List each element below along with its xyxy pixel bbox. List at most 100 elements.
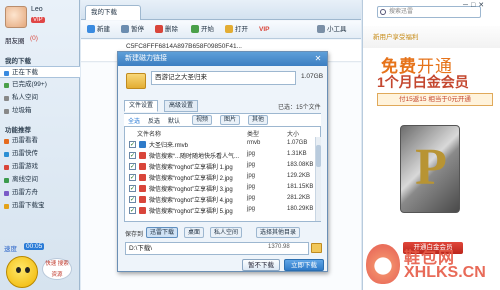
tools-button[interactable]: 小工具	[317, 24, 347, 36]
file-checkbox[interactable]: ✓	[129, 163, 136, 170]
filter-video-button[interactable]: 视频	[192, 115, 213, 125]
column-header-name[interactable]: 文件名称	[137, 129, 161, 138]
sidebar-item-label: 迅雷游戏	[12, 163, 38, 170]
delete-icon	[155, 25, 163, 34]
save-thunder-downloads-button[interactable]: 迅雷下载	[146, 227, 179, 238]
sidebar-feature-games[interactable]: 迅雷游戏	[0, 161, 80, 173]
tools-label: 小工具	[327, 26, 347, 33]
folder-icon	[126, 73, 146, 89]
file-row[interactable]: ✓ 微信搜索“roghot”立享福利 1.jpg jpg 183.08KB	[125, 161, 313, 172]
logo-letter: P	[415, 139, 447, 196]
platinum-logo-icon[interactable]: P	[400, 125, 460, 213]
pause-icon	[121, 25, 129, 34]
downloading-icon	[4, 71, 9, 76]
filter-image-button[interactable]: 图片	[220, 115, 241, 125]
sidebar-feature-kankan[interactable]: 迅雷看看	[0, 135, 80, 147]
file-type: jpg	[247, 195, 256, 201]
close-icon[interactable]: ✕	[313, 54, 323, 64]
file-row[interactable]: ✓ 微信搜索“roghot”立享福利 2.jpg jpg 129.2KB	[125, 172, 313, 183]
window-controls[interactable]: ─□✕	[463, 1, 487, 9]
file-name: 大圣归来.rmvb	[149, 143, 189, 149]
tab-file-settings[interactable]: 文件设置	[124, 100, 159, 112]
open-button[interactable]: 打开	[225, 24, 248, 36]
file-name: 微信搜索“roghot”立享福利 2.jpg	[149, 176, 233, 182]
sidebar-item-label: 迅雷方舟	[12, 189, 38, 196]
file-row[interactable]: ✓ 微信搜索“roghot”立享福利 3.jpg jpg 181.15KB	[125, 183, 313, 194]
column-header-type[interactable]: 类型	[247, 129, 259, 138]
file-size: 281.2KB	[287, 195, 311, 201]
file-checkbox[interactable]: ✓	[129, 141, 136, 148]
friends-count: (0)	[30, 35, 38, 42]
sidebar-item-downloading[interactable]: 正在下载	[0, 66, 80, 78]
ad-promo[interactable]: 付15返15 相当于0元开通	[377, 93, 493, 106]
ark-icon	[4, 191, 9, 196]
ad-top-text: 新用户享受福利	[373, 34, 419, 41]
file-checkbox[interactable]: ✓	[129, 185, 136, 192]
speed-label: 速度	[4, 246, 17, 253]
mascot-eye-left	[16, 267, 21, 273]
file-type: jpg	[247, 173, 256, 179]
ad-subline[interactable]: 1个月白金会员	[377, 72, 469, 92]
file-name: 微信搜索“roghot”立享福利 3.jpg	[149, 187, 233, 193]
sidebar-item-private[interactable]: 私人空间	[0, 92, 80, 104]
sidebar-item-label: 迅雷看看	[12, 137, 38, 144]
vip-badge[interactable]: VIP	[31, 17, 45, 23]
download-now-button[interactable]: 立即下载	[284, 259, 324, 271]
filter-other-button[interactable]: 其他	[248, 115, 269, 125]
start-button[interactable]: 开始	[191, 24, 214, 36]
search-icon[interactable]	[380, 9, 386, 15]
new-task-button[interactable]: 新建	[87, 24, 110, 36]
sidebar-feature-kuaichuan[interactable]: 迅雷快传	[0, 148, 80, 160]
tab-advanced-settings[interactable]: 高级设置	[164, 100, 199, 112]
sidebar: Leo VIP 朋友圈 (0) 我的下载 正在下载 已完成(99+) 私人空间 …	[0, 0, 80, 290]
new-magnet-dialog: 新建磁力链接 ✕ 西游记之大圣归来 1.07GB 文件设置 高级设置 已选：15…	[117, 51, 328, 272]
save-private-space-button[interactable]: 私人空间	[210, 227, 243, 238]
file-checkbox[interactable]: ✓	[129, 196, 136, 203]
mascot-bubble[interactable]: 快速 搜索资源	[42, 258, 72, 280]
filter-row: 全选 反选 默认 视频 图片 其他	[124, 113, 321, 126]
invert-link[interactable]: 反选	[148, 116, 160, 125]
sidebar-item-completed[interactable]: 已完成(99+)	[0, 79, 80, 91]
default-link[interactable]: 默认	[168, 116, 180, 125]
username[interactable]: Leo	[31, 6, 43, 13]
torrent-name-field[interactable]: 西游记之大圣归来	[151, 71, 296, 85]
kankan-icon	[4, 139, 9, 144]
download-later-button[interactable]: 暂不下载	[242, 259, 280, 271]
scrollbar-thumb[interactable]	[316, 145, 321, 167]
pause-button[interactable]: 暂停	[121, 24, 144, 36]
tab-my-downloads[interactable]: 我的下载	[85, 5, 141, 20]
sidebar-feature-ark[interactable]: 迅雷方舟	[0, 187, 80, 199]
free-space: 1370.98	[268, 244, 290, 250]
file-list-scrollbar[interactable]	[315, 137, 321, 221]
delete-button[interactable]: 删除	[155, 24, 178, 36]
file-row[interactable]: ✓ 大圣归来.rmvb rmvb 1.07GB	[125, 139, 313, 150]
sidebar-feature-xiazaibao[interactable]: 迅雷下载宝	[0, 200, 80, 212]
file-checkbox[interactable]: ✓	[129, 152, 136, 159]
mascot-icon[interactable]	[6, 256, 38, 288]
column-header-size[interactable]: 大小	[287, 129, 299, 138]
browse-folder-icon[interactable]	[311, 243, 322, 253]
file-row[interactable]: ✓ 微信搜索“...随时随地快乐看人气... jpg 1.31KB	[125, 150, 313, 161]
task-name: C5FC8FFF6814A897B658F09850F41...	[126, 43, 242, 50]
sidebar-feature-offline[interactable]: 离线空间	[0, 174, 80, 186]
file-type: rmvb	[247, 140, 261, 146]
save-desktop-button[interactable]: 桌面	[184, 227, 205, 238]
choose-other-directory-button[interactable]: 选择其他目录	[256, 227, 301, 238]
watermark-en: XHLKS.CN	[404, 264, 486, 281]
features-title: 功能推荐	[5, 127, 31, 134]
file-row[interactable]: ✓ 微信搜索“roghot”立享福利 5.jpg jpg 180.29KB	[125, 205, 313, 216]
select-all-link[interactable]: 全选	[128, 116, 140, 125]
image-file-icon	[139, 207, 146, 214]
friends-row[interactable]: 朋友圈 (0)	[2, 35, 78, 46]
file-checkbox[interactable]: ✓	[129, 207, 136, 214]
file-checkbox[interactable]: ✓	[129, 174, 136, 181]
vip-button[interactable]: VIP	[259, 24, 269, 36]
sidebar-item-trash[interactable]: 垃圾箱	[0, 105, 80, 117]
file-row[interactable]: ✓ 微信搜索“roghot”立享福利 4.jpg jpg 281.2KB	[125, 194, 313, 205]
image-file-icon	[139, 152, 146, 159]
lock-icon	[4, 96, 9, 101]
games-icon	[4, 165, 9, 170]
file-type: jpg	[247, 184, 256, 190]
torrent-size: 1.07GB	[301, 73, 324, 80]
user-avatar[interactable]	[5, 6, 27, 28]
